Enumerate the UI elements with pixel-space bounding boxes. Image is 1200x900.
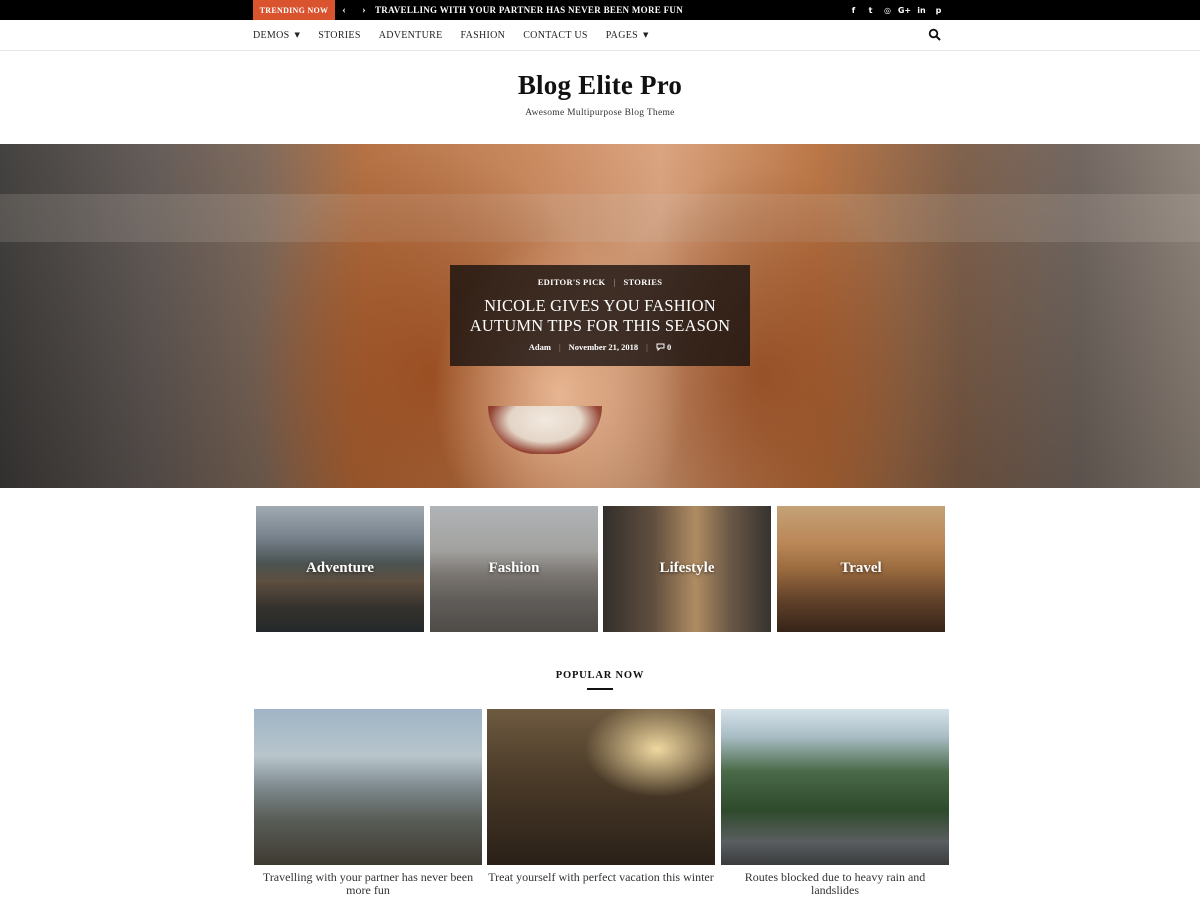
meta-separator: | bbox=[558, 342, 561, 352]
category-tile-lifestyle[interactable]: Lifestyle bbox=[603, 506, 771, 632]
section-heading-popular: POPULAR NOW bbox=[555, 670, 645, 681]
category-tile-adventure[interactable]: Adventure bbox=[256, 506, 424, 632]
post-title[interactable]: Routes blocked due to heavy rain and lan… bbox=[721, 871, 949, 897]
nav-item-adventure[interactable]: ADVENTURE bbox=[379, 30, 443, 41]
category-tile-label: Lifestyle bbox=[659, 560, 715, 576]
nav-item-stories[interactable]: STORIES bbox=[318, 30, 360, 41]
post-title[interactable]: Travelling with your partner has never b… bbox=[254, 871, 482, 897]
twitter-icon[interactable]: t bbox=[865, 0, 876, 20]
nav-item-label: ADVENTURE bbox=[378, 29, 443, 41]
meta-separator: | bbox=[646, 342, 648, 352]
hero-categories: EDITOR'S PICK | STORIES bbox=[450, 277, 750, 287]
nav-item-contact-us[interactable]: CONTACT US bbox=[523, 30, 588, 41]
category-link-stories[interactable]: STORIES bbox=[623, 277, 662, 287]
post-comments[interactable]: 0 bbox=[656, 342, 671, 352]
category-link-editors-pick[interactable]: EDITOR'S PICK bbox=[538, 277, 606, 287]
hero-post-meta: Adam | November 21, 2018 | 0 bbox=[450, 342, 750, 352]
trending-badge: TRENDING NOW bbox=[253, 0, 335, 20]
pinterest-icon[interactable]: p bbox=[933, 0, 944, 20]
post-thumbnail[interactable] bbox=[721, 709, 949, 865]
top-bar: TRENDING NOW ‹ › TRAVELLING WITH YOUR PA… bbox=[0, 0, 1200, 20]
post-thumbnail[interactable] bbox=[487, 709, 715, 865]
nav-item-label: DEMOS bbox=[253, 29, 290, 41]
section-heading-underline bbox=[587, 688, 613, 690]
nav-menu: DEMOS ▼ STORIES ADVENTURE FASHION CONTAC… bbox=[253, 20, 667, 50]
chevron-right-icon[interactable]: › bbox=[357, 0, 371, 20]
nav-item-fashion[interactable]: FASHION bbox=[461, 30, 506, 41]
facebook-icon[interactable]: f bbox=[848, 0, 859, 20]
nav-item-label: FASHION bbox=[460, 29, 506, 41]
search-icon[interactable] bbox=[928, 28, 942, 42]
comment-icon bbox=[656, 343, 665, 351]
chevron-down-icon: ▼ bbox=[294, 31, 301, 39]
category-tile-travel[interactable]: Travel bbox=[777, 506, 945, 632]
site-tagline: Awesome Multipurpose Blog Theme bbox=[525, 108, 675, 118]
comment-count: 0 bbox=[666, 342, 672, 352]
post-author[interactable]: Adam bbox=[529, 342, 551, 352]
site-title[interactable]: Blog Elite Pro bbox=[0, 70, 1200, 101]
category-separator: | bbox=[613, 277, 616, 287]
hero-caption-card: EDITOR'S PICK | STORIES NICOLE GIVES YOU… bbox=[450, 265, 750, 366]
social-links: f t ◎ G+ in p bbox=[848, 0, 944, 20]
category-tile-label: Fashion bbox=[488, 560, 540, 576]
google-plus-icon[interactable]: G+ bbox=[898, 0, 911, 20]
category-tile-label: Travel bbox=[840, 560, 882, 576]
popular-post-card[interactable]: Travelling with your partner has never b… bbox=[254, 709, 482, 897]
popular-post-card[interactable]: Routes blocked due to heavy rain and lan… bbox=[721, 709, 949, 897]
nav-item-label: STORIES bbox=[318, 29, 361, 41]
nav-item-pages[interactable]: PAGES ▼ bbox=[606, 30, 649, 41]
main-navigation: DEMOS ▼ STORIES ADVENTURE FASHION CONTAC… bbox=[0, 20, 1200, 51]
hero-post-title[interactable]: NICOLE GIVES YOU FASHION AUTUMN TIPS FOR… bbox=[460, 296, 740, 336]
hero-featured-image[interactable]: EDITOR'S PICK | STORIES NICOLE GIVES YOU… bbox=[0, 144, 1200, 488]
instagram-icon[interactable]: ◎ bbox=[882, 0, 893, 20]
nav-item-demos[interactable]: DEMOS ▼ bbox=[253, 30, 300, 41]
popular-post-card[interactable]: Treat yourself with perfect vacation thi… bbox=[487, 709, 715, 884]
nav-item-label: CONTACT US bbox=[523, 29, 588, 41]
chevron-down-icon: ▼ bbox=[643, 31, 649, 39]
linkedin-icon[interactable]: in bbox=[916, 0, 927, 20]
category-tile-fashion[interactable]: Fashion bbox=[430, 506, 598, 632]
chevron-left-icon[interactable]: ‹ bbox=[337, 0, 351, 20]
post-thumbnail[interactable] bbox=[254, 709, 482, 865]
ticker-headline-link[interactable]: TRAVELLING WITH YOUR PARTNER HAS NEVER B… bbox=[375, 0, 683, 20]
post-date[interactable]: November 21, 2018 bbox=[569, 342, 639, 352]
post-title[interactable]: Treat yourself with perfect vacation thi… bbox=[487, 871, 715, 884]
category-tile-label: Adventure bbox=[305, 560, 375, 576]
nav-item-label: PAGES bbox=[605, 29, 638, 41]
